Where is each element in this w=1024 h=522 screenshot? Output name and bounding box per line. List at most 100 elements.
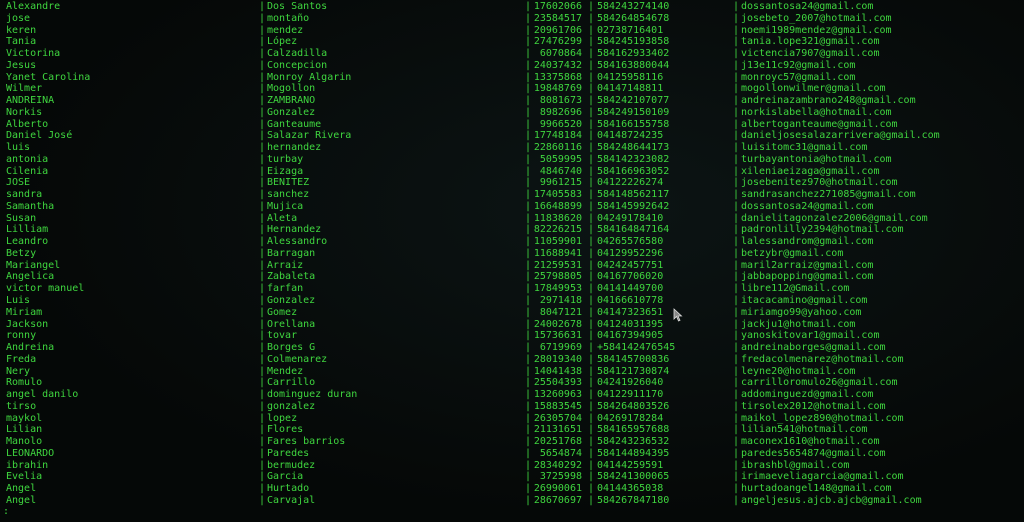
id-number: 5654874 [539, 447, 582, 459]
column-separator: | [588, 342, 595, 354]
phone-number: 584164847164 [597, 224, 670, 236]
column-separator: | [259, 436, 266, 448]
table-row: Lilian Flores 21131651 584165957688 lilian54… [0, 424, 1024, 436]
column-separator: | [588, 494, 595, 506]
table-row: Alberto Ganteaume 9966520 584166155758 alber… [0, 119, 1024, 131]
first-name: Cilenia [6, 165, 49, 177]
email-address: josebenitez970@hotmail.com [741, 177, 898, 189]
column-separator: | [259, 24, 266, 36]
column-separator: | [525, 36, 532, 48]
column-separator: | [259, 494, 266, 506]
email-address: andreinaborges@gmail.com [741, 342, 886, 354]
email-address: josebeto_2007@hotmail.com [741, 12, 892, 24]
first-name: Daniel José [6, 130, 73, 142]
table-row: Tania López 27476299 584245193858 tania.lope… [0, 36, 1024, 48]
column-separator: | [588, 424, 595, 436]
column-separator: | [525, 106, 532, 118]
table-row: keren mendez 20961706 02738716401 noemi1989m… [0, 25, 1024, 37]
id-number: 8982696 [539, 106, 582, 118]
id-number: 17602066 [533, 1, 582, 12]
table-row: Jesus Concepcion 24037432 584163880044 j13e1… [0, 60, 1024, 72]
last-name: BENITEZ [267, 177, 310, 189]
id-number: 4846740 [539, 165, 582, 177]
column-separator: | [525, 330, 532, 342]
phone-number: 04125958116 [597, 71, 664, 83]
column-separator: | [588, 400, 595, 412]
column-separator: | [525, 177, 532, 189]
first-name: antonia [6, 153, 49, 165]
column-separator: | [525, 95, 532, 107]
phone-number: 584245193858 [597, 36, 670, 48]
last-name: Gonzalez [267, 295, 316, 306]
email-address: irimaeveliagarcia@gmail.com [741, 471, 904, 483]
first-name: Lilliam [6, 224, 49, 236]
last-name: montaño [267, 12, 310, 24]
table-row: Andreina Borges G 6719969 +584142476545 andr… [0, 342, 1024, 354]
id-number: 20251768 [533, 436, 582, 448]
phone-number: 04147323651 [597, 306, 664, 318]
table-row: Evelia Garcia 3725998 584241300065 irimaevel… [0, 471, 1024, 483]
first-name: Betzy [6, 247, 37, 259]
column-separator: | [259, 153, 266, 165]
column-separator: | [525, 71, 532, 83]
table-row: Daniel José Salazar Rivera 17748184 0414872… [0, 130, 1024, 142]
first-name: Tania [6, 36, 37, 48]
column-separator: | [259, 447, 266, 459]
id-number: 22860116 [533, 142, 582, 154]
column-separator: | [525, 118, 532, 130]
first-name: Victorina [6, 48, 61, 60]
id-number: 15883545 [533, 400, 582, 412]
last-name: Fares barrios [267, 436, 346, 448]
column-separator: | [259, 118, 266, 130]
email-address: xileniaeizaga@gmail.com [741, 165, 880, 177]
column-separator: | [588, 318, 595, 330]
id-number: 6719969 [539, 342, 582, 354]
phone-number: 04242457751 [597, 259, 664, 271]
column-separator: | [733, 436, 740, 448]
column-separator: | [259, 142, 266, 154]
column-separator: | [733, 400, 740, 412]
terminal-window[interactable]: Alexandre Dos Santos 17602066 584243274140 d… [0, 0, 1024, 522]
column-separator: | [588, 236, 595, 248]
email-address: itacacamino@gmail.com [741, 295, 868, 306]
column-separator: | [259, 224, 266, 236]
column-separator: | [525, 12, 532, 24]
column-separator: | [733, 259, 740, 271]
column-separator: | [588, 447, 595, 459]
last-name: Ganteaume [267, 118, 322, 130]
column-separator: | [733, 118, 740, 130]
phone-number: 584243274140 [597, 1, 670, 12]
first-name: angel danilo [6, 389, 79, 401]
column-separator: | [525, 236, 532, 248]
column-separator: | [525, 459, 532, 471]
phone-number: 04144259591 [597, 459, 664, 471]
column-separator: | [733, 24, 740, 36]
column-separator: | [259, 330, 266, 342]
phone-number: 04269178284 [597, 412, 664, 424]
column-separator: | [588, 153, 595, 165]
email-address: padronlilly2394@hotmail.com [741, 224, 904, 236]
table-row: ibrahin bermudez 28340292 04144259591 ibrash… [0, 460, 1024, 472]
column-separator: | [588, 83, 595, 95]
phone-number: 584162933402 [597, 48, 670, 60]
column-separator: | [525, 271, 532, 283]
table-row: Susan Aleta 11838620 04249178410 danielitago… [0, 213, 1024, 225]
column-separator: | [259, 318, 266, 330]
column-separator: | [259, 365, 266, 377]
column-separator: | [588, 389, 595, 401]
pager-prompt[interactable]: : [3, 506, 9, 517]
column-separator: | [733, 318, 740, 330]
column-separator: | [588, 377, 595, 389]
column-separator: | [588, 212, 595, 224]
first-name: Samantha [6, 200, 55, 212]
email-address: jackju1@hotmail.com [741, 318, 856, 330]
column-separator: | [733, 247, 740, 259]
id-number: 13375868 [533, 71, 582, 83]
column-separator: | [259, 12, 266, 24]
column-separator: | [525, 200, 532, 212]
email-address: maril2arraiz@gmail.com [741, 259, 874, 271]
table-row: Mariangel Arraiz 21259531 04242457751 maril2… [0, 260, 1024, 272]
column-separator: | [259, 342, 266, 354]
column-separator: | [259, 1, 266, 12]
column-separator: | [733, 365, 740, 377]
